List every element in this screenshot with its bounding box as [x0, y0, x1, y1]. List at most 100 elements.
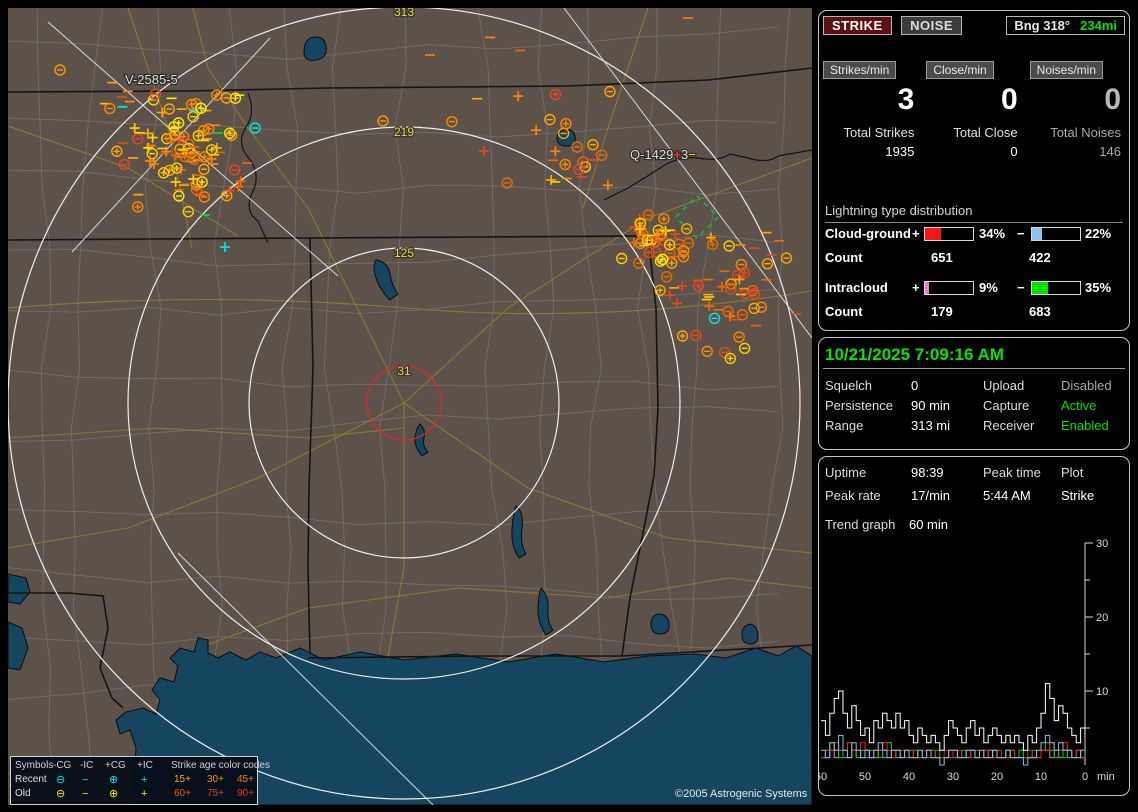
legend-row-recent-label: Recent: [15, 774, 47, 785]
noises-per-min-value: 0: [1104, 83, 1121, 116]
status-panel: STRIKE NOISE Bng 318° 234mi Strikes/min 3…: [818, 0, 1132, 812]
svg-text:V-2585-5: V-2585-5: [125, 72, 178, 87]
total-strikes-value: 1935: [885, 144, 915, 159]
svg-text:219: 219: [394, 125, 414, 139]
upload-status: Disabled: [1061, 378, 1112, 393]
svg-text:313: 313: [394, 8, 414, 19]
strikes-per-min-label: Strikes/min: [823, 61, 897, 79]
divider: [823, 368, 1125, 369]
ic-plus-icon: +: [141, 788, 148, 800]
trend-window-value: 60 min: [908, 517, 948, 532]
legend-symbols-title: Symbols: [15, 760, 54, 771]
trend-graph: 10 20 30 60 50 40 30 20 10 0 min: [819, 538, 1115, 783]
ic-plus-count: 179: [931, 304, 953, 319]
svg-text:125: 125: [394, 246, 414, 260]
cloud-ground-row: Cloud-ground + 34% − 22%: [825, 226, 1112, 241]
age-15: 15+: [174, 774, 191, 785]
squelch-label: Squelch: [825, 378, 872, 393]
legend-row-old-label: Old: [15, 788, 31, 799]
cg-minus-icon: ⊖: [56, 774, 66, 786]
range-label: Range: [825, 418, 864, 433]
uptime-value: 98:39: [911, 465, 944, 480]
squelch-value: 0: [911, 378, 919, 393]
peak-time-value: 5:44 AM: [983, 488, 1031, 503]
total-noises-value: 146: [1099, 144, 1121, 159]
legend-col-cg-minus: -CG: [53, 760, 72, 771]
legend-col-ic-minus: -IC: [80, 760, 94, 771]
svg-text:50: 50: [859, 771, 871, 783]
noises-per-min-label: Noises/min: [1029, 61, 1104, 79]
distribution-heading: Lightning type distribution: [825, 203, 1123, 223]
svg-text:60: 60: [819, 771, 827, 783]
cloud-ground-count-row: Count 651 422: [825, 250, 1051, 265]
cg-plus-icon: ⊕: [109, 774, 119, 786]
age-90: 90+: [237, 788, 254, 799]
ic-plus-icon: +: [141, 774, 148, 786]
intracloud-label: Intracloud: [825, 280, 888, 295]
cg-plus-bar: [924, 227, 974, 241]
uptime-label: Uptime: [825, 465, 867, 480]
cg-plus-count: 651: [931, 250, 953, 265]
svg-text:Q-1429+3−: Q-1429+3−: [630, 147, 696, 162]
range-value: 313 mi: [911, 418, 951, 433]
svg-text:min: min: [1097, 771, 1115, 783]
total-close-label: Total Close: [953, 125, 1018, 140]
receiver-status: Enabled: [1061, 418, 1109, 433]
cg-minus-icon: ⊖: [56, 788, 66, 800]
age-45: 45+: [237, 774, 254, 785]
intracloud-count-row: Count 179 683: [825, 304, 1051, 319]
svg-text:0: 0: [1082, 771, 1088, 783]
legend-age-title: Strike age color codes: [171, 760, 270, 771]
noise-tab-button[interactable]: NOISE: [901, 16, 963, 35]
trend-graph-label: Trend graph: [825, 517, 896, 532]
legend-col-ic-plus: +IC: [137, 760, 153, 771]
svg-text:10: 10: [1096, 686, 1108, 698]
cg-minus-bar: [1031, 227, 1081, 241]
age-30: 30+: [207, 774, 224, 785]
peak-time-label: Peak time: [983, 465, 1041, 480]
capture-label: Capture: [983, 398, 1030, 413]
system-status-section: 10/21/2025 7:09:16 AM Squelch 0 Upload D…: [818, 337, 1130, 450]
lightning-map[interactable]: 313 219 125 31 V-2585-5 Q-1429+3− Symbols -C…: [8, 8, 812, 805]
datetime-display: 10/21/2025 7:09:16 AM: [825, 345, 1004, 364]
capture-status: Active: [1061, 398, 1097, 413]
age-75: 75+: [207, 788, 224, 799]
map-canvas: 313 219 125 31 V-2585-5 Q-1429+3−: [8, 8, 812, 805]
ic-plus-pct: 9%: [979, 280, 998, 295]
peak-rate-label: Peak rate: [825, 488, 881, 503]
plot-mode-value: Strike: [1061, 488, 1095, 503]
strikes-per-min-value: 3: [897, 83, 915, 116]
ic-minus-pct: 35%: [1085, 280, 1112, 295]
svg-text:10: 10: [1035, 771, 1047, 783]
symbol-legend: Symbols -CG -IC +CG +IC Strike age color…: [10, 756, 270, 805]
ic-minus-icon: −: [82, 774, 89, 786]
ic-plus-bar: [924, 281, 974, 295]
ic-minus-count: 683: [1029, 304, 1051, 319]
strike-stats-section: STRIKE NOISE Bng 318° 234mi Strikes/min 3…: [818, 10, 1130, 331]
legend-col-cg-plus: +CG: [105, 760, 126, 771]
strike-tab-button[interactable]: STRIKE: [823, 16, 892, 35]
total-strikes-label: Total Strikes: [843, 125, 915, 140]
bearing-readout: Bng 318° 234mi: [1006, 16, 1125, 35]
cg-plus-icon: ⊕: [109, 788, 119, 800]
plot-label: Plot: [1061, 465, 1084, 480]
svg-text:40: 40: [903, 771, 915, 783]
ic-minus-bar: [1031, 281, 1081, 295]
close-per-min-label: Close/min: [926, 61, 994, 79]
close-per-min-value: 0: [1000, 83, 1018, 116]
svg-text:30: 30: [1096, 538, 1108, 550]
copyright-text: ©2005 Astrogenic Systems: [675, 788, 808, 800]
cg-minus-pct: 22%: [1085, 226, 1112, 241]
persistence-label: Persistence: [825, 398, 893, 413]
cg-minus-count: 422: [1029, 250, 1051, 265]
svg-text:31: 31: [397, 364, 411, 378]
trend-section: Uptime 98:39 Peak time Plot Peak rate 17…: [818, 456, 1130, 796]
bearing-distance: 234mi: [1080, 18, 1117, 33]
peak-rate-value: 17/min: [911, 488, 951, 503]
age-60: 60+: [174, 788, 191, 799]
persistence-value: 90 min: [911, 398, 951, 413]
bearing-label: Bng 318°: [1014, 18, 1071, 33]
svg-text:20: 20: [1096, 612, 1108, 624]
svg-text:20: 20: [991, 771, 1003, 783]
rate-counters: Strikes/min 3 Total Strikes 1935 Close/m…: [819, 61, 1129, 159]
